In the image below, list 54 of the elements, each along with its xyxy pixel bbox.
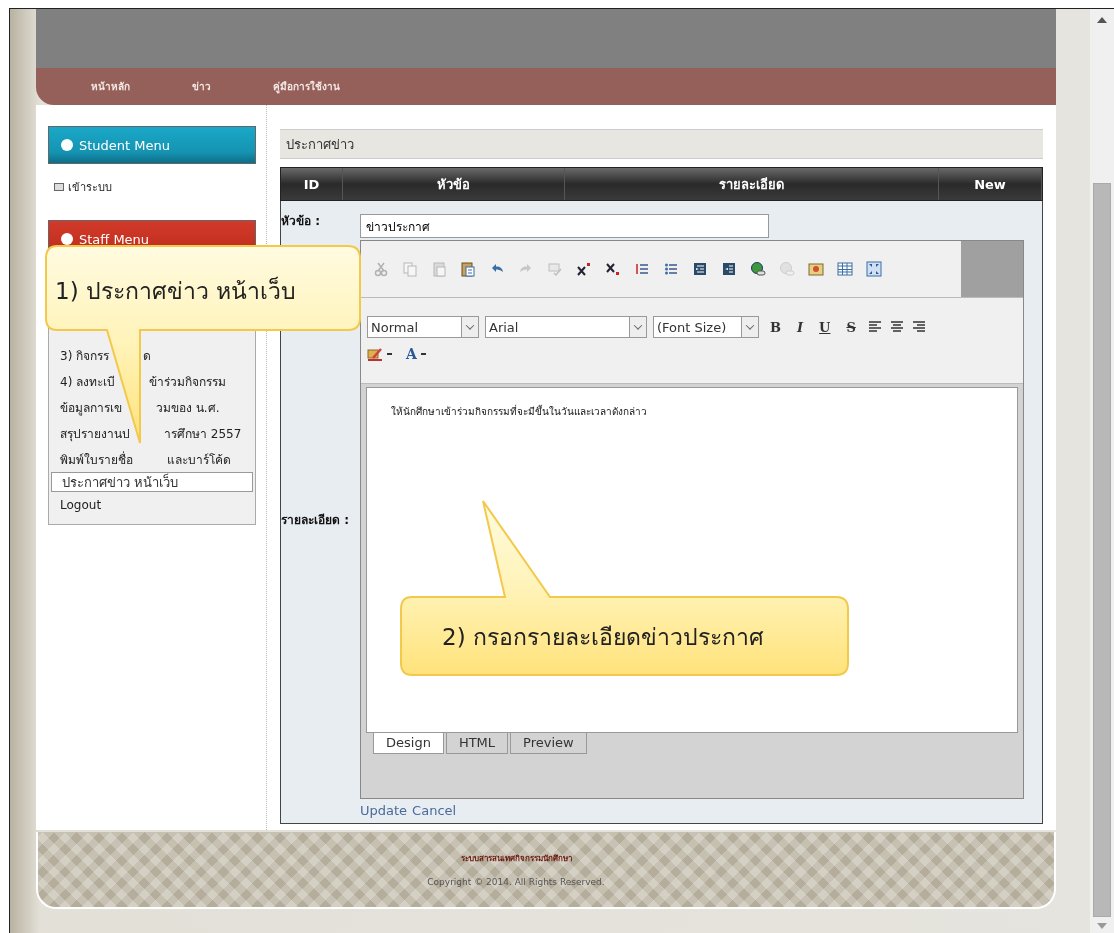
field-label: หัวข้อ :	[281, 213, 321, 230]
bullet-icon	[54, 183, 64, 191]
section-title: ประกาศข่าว	[280, 129, 1043, 159]
menu-item[interactable]: เข้าระบบ	[68, 178, 112, 196]
align-right-icon[interactable]	[910, 319, 927, 335]
menu-item[interactable]: ประกาศข่าว หน้าเว็บ	[51, 472, 253, 492]
nav-link[interactable]: หน้าหลัก	[91, 79, 130, 94]
menu-item[interactable]: Logout	[51, 492, 253, 518]
footer-title: ระบบสารสนเทศกิจกรรมนักศึกษา	[460, 853, 572, 865]
paste-text-icon[interactable]	[460, 261, 476, 277]
column-header: New	[939, 168, 1042, 200]
column-header: หัวข้อ	[343, 168, 565, 200]
dropdown[interactable]: (Font Size)	[653, 316, 759, 338]
menu-item[interactable]: 3) กิจกรร ด	[51, 342, 253, 368]
column-header: ID	[281, 168, 343, 200]
superscript-icon[interactable]	[576, 261, 592, 277]
subscript-icon[interactable]	[605, 261, 621, 277]
highlight-color-button[interactable]	[367, 346, 392, 362]
link-icon[interactable]	[750, 261, 766, 277]
menu-title: Staff Menu	[79, 231, 150, 247]
font-color-button[interactable]: A	[406, 346, 426, 362]
align-left-icon[interactable]	[866, 319, 883, 335]
outdent-icon[interactable]	[692, 261, 708, 277]
underline-button[interactable]: U	[814, 319, 836, 335]
editor-tab[interactable]: Preview	[510, 733, 587, 754]
scrollbar[interactable]	[1090, 9, 1114, 933]
menu-title: Student Menu	[79, 137, 170, 153]
action-link[interactable]: Update	[360, 802, 408, 818]
menu-item[interactable]: สรุปรายงานป ารศึกษา 2557	[51, 420, 253, 446]
numbered-list-icon[interactable]	[634, 261, 650, 277]
editor-tab[interactable]: HTML	[445, 733, 509, 754]
align-center-icon[interactable]	[888, 319, 905, 335]
bold-button[interactable]: B	[765, 319, 786, 335]
callout-text: 1) ประกาศข่าว หน้าเว็บ	[55, 275, 297, 306]
table-icon[interactable]	[837, 261, 853, 277]
action-link[interactable]: Cancel	[412, 802, 457, 818]
dropdown[interactable]: Normal	[367, 316, 479, 338]
menu-item[interactable]: พิมพ์ใบรายชื่อ และบาร์โค้ด	[51, 446, 253, 472]
column-header: รายละเอียด	[565, 168, 939, 200]
menu-item[interactable]: 4) ลงทะเบี ข้าร่วมกิจกรรม	[51, 368, 253, 394]
editor-tab[interactable]: Design	[373, 733, 444, 754]
strike-button[interactable]: S	[841, 319, 861, 335]
menu-item[interactable]: ข้อมูลการเข วมของ น.ศ.	[51, 394, 253, 420]
fullscreen-icon[interactable]	[866, 261, 882, 277]
callout-text: 2) กรอกรายละเอียดข่าวประกาศ	[442, 623, 764, 652]
dropdown[interactable]: Arial	[485, 316, 647, 338]
nav-link[interactable]: คู่มือการใช้งาน	[273, 79, 340, 94]
copyright-text: Copyright © 2014. All Rights Reserved.	[427, 877, 605, 887]
italic-button[interactable]: I	[792, 319, 809, 335]
nav-link[interactable]: ข่าว	[192, 79, 211, 94]
bulleted-list-icon[interactable]	[663, 261, 679, 277]
indent-icon[interactable]	[721, 261, 737, 277]
image-icon[interactable]	[808, 261, 824, 277]
subject-field[interactable]: ข่าวประกาศ	[360, 214, 769, 238]
